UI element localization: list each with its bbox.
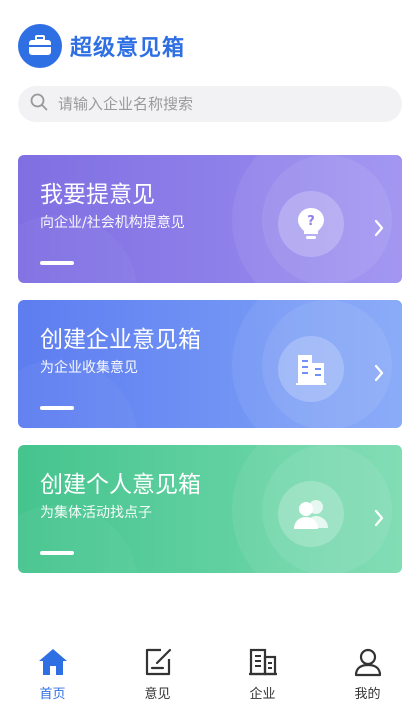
search-bar[interactable] [18, 86, 402, 122]
tab-label: 意见 [144, 687, 171, 702]
tab-mine[interactable]: 我的 [315, 640, 420, 702]
home-icon [37, 646, 69, 677]
card-create-personal-box[interactable]: 创建个人意见箱 为集体活动找点子 [18, 445, 402, 573]
card-divider [40, 551, 74, 555]
card-title: 创建个人意见箱 [40, 472, 201, 498]
tab-feedback[interactable]: 意见 [105, 640, 210, 702]
group-icon [278, 481, 344, 547]
card-subtitle: 为集体活动找点子 [40, 505, 152, 521]
building-icon [247, 646, 279, 677]
chevron-right-icon [374, 219, 384, 241]
app-header: 超级意见箱 [18, 24, 185, 68]
card-subtitle: 为企业收集意见 [40, 360, 138, 376]
card-title: 创建企业意见箱 [40, 327, 201, 353]
card-subtitle: 向企业/社会机构提意见 [40, 215, 185, 231]
card-create-enterprise-box[interactable]: 创建企业意见箱 为企业收集意见 [18, 300, 402, 428]
building-icon [278, 336, 344, 402]
tab-enterprise[interactable]: 企业 [210, 640, 315, 702]
chevron-right-icon [374, 364, 384, 386]
app-title: 超级意见箱 [70, 36, 186, 61]
chevron-right-icon [374, 509, 384, 531]
search-input[interactable] [58, 95, 378, 113]
card-title: 我要提意见 [40, 182, 155, 208]
bottom-tab-bar: 首页 意见 企业 我的 [0, 640, 420, 702]
tab-label: 首页 [39, 687, 66, 702]
lightbulb-icon: ? [278, 191, 344, 257]
tab-home[interactable]: 首页 [0, 640, 105, 702]
briefcase-logo-icon [18, 24, 62, 68]
card-divider [40, 261, 74, 265]
card-submit-feedback[interactable]: 我要提意见 向企业/社会机构提意见 ? [18, 155, 402, 283]
tab-label: 企业 [249, 687, 276, 702]
tab-label: 我的 [354, 687, 381, 702]
card-divider [40, 406, 74, 410]
search-icon [30, 93, 48, 115]
svg-text:?: ? [307, 214, 315, 229]
user-icon [353, 646, 383, 677]
edit-icon [143, 646, 173, 677]
